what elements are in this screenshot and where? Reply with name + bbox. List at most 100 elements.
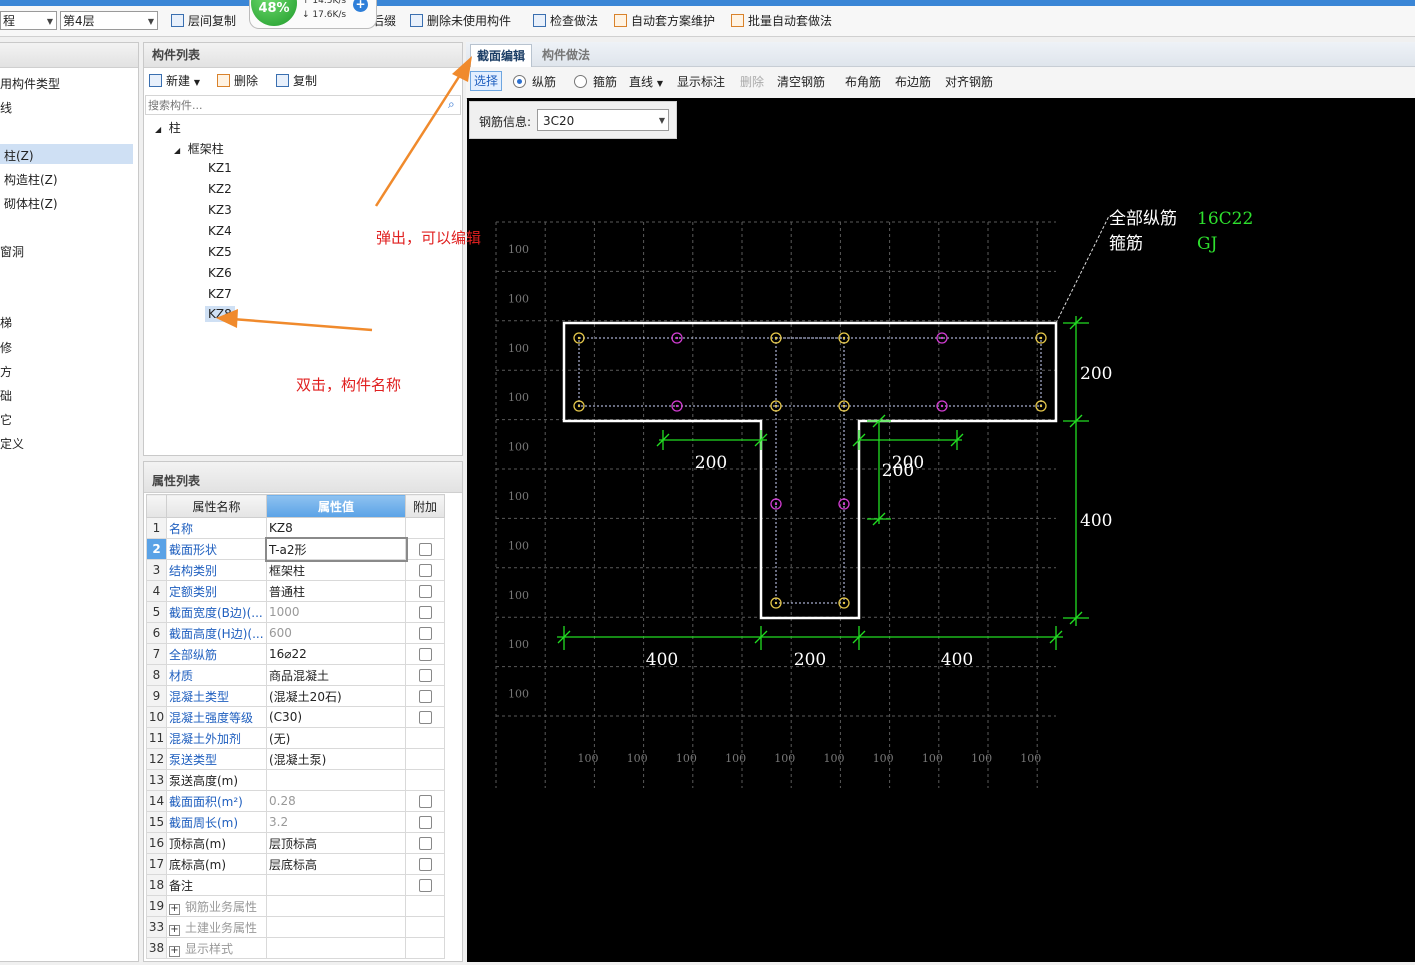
new-component-button[interactable]: 新建 ▼ <box>149 72 200 90</box>
nav-item-component-types[interactable]: 用构件类型 <box>0 75 60 92</box>
line-tool[interactable]: 直线 ▼ <box>629 73 663 91</box>
tree-item-kz2[interactable]: KZ2 <box>208 182 232 196</box>
property-value[interactable] <box>266 937 406 959</box>
nav-item-stair[interactable]: 梯 <box>0 314 12 331</box>
corner-rebar-tool[interactable]: 布角筋 <box>845 73 881 91</box>
checkbox[interactable] <box>418 648 432 661</box>
select-tool[interactable]: 选择 <box>470 71 503 91</box>
property-row[interactable]: 1 名称 KZ8 <box>146 517 445 539</box>
property-value[interactable] <box>266 769 406 791</box>
property-row[interactable]: 19 + 钢筋业务属性 <box>146 895 445 917</box>
tree-item-kz7[interactable]: KZ7 <box>208 287 232 301</box>
property-value[interactable]: (混凝土20石) <box>266 685 406 707</box>
property-row[interactable]: 6 截面高度(H边)(... 600 <box>146 622 445 644</box>
floor-copy-button[interactable]: 层间复制 <box>171 12 236 30</box>
nav-item-window-opening[interactable]: 窗洞 <box>0 243 24 260</box>
checkbox[interactable] <box>418 564 432 577</box>
property-value[interactable]: 层底标高 <box>266 853 406 875</box>
property-row[interactable]: 16 顶标高(m) 层顶标高 <box>146 832 445 854</box>
tree-item-kz3[interactable]: KZ3 <box>208 203 232 217</box>
floor-combo[interactable]: 第4层 ▼ <box>60 11 158 30</box>
nav-item-masonry-column[interactable]: 砌体柱(Z) <box>4 195 58 212</box>
tree-item-kz1[interactable]: KZ1 <box>208 161 232 175</box>
property-row[interactable]: 13 泵送高度(m) <box>146 769 445 791</box>
expand-icon[interactable]: + <box>169 903 180 915</box>
property-value[interactable]: 框架柱 <box>266 559 406 581</box>
property-row[interactable]: 4 定额类别 普通柱 <box>146 580 445 602</box>
checkbox[interactable] <box>418 816 432 829</box>
property-value[interactable]: 16⌀22 <box>266 643 406 665</box>
property-value[interactable]: (混凝土泵) <box>266 748 406 770</box>
tree-item-kz6[interactable]: KZ6 <box>208 266 232 280</box>
nav-item-column[interactable]: 柱(Z) <box>4 147 34 164</box>
property-row[interactable]: 38 + 显示样式 <box>146 937 445 959</box>
nav-item-foundation[interactable]: 础 <box>0 387 12 404</box>
section-drawing[interactable]: 100 100 100 100 100 100 100 100 100 100 100 100 100 1… <box>467 98 1415 962</box>
property-value[interactable] <box>266 874 406 896</box>
property-value[interactable]: 普通柱 <box>266 580 406 602</box>
nav-item-construction-column[interactable]: 构造柱(Z) <box>4 171 58 188</box>
property-row[interactable]: 8 材质 商品混凝土 <box>146 664 445 686</box>
property-value[interactable]: 600 <box>266 622 406 644</box>
align-rebar-tool[interactable]: 对齐钢筋 <box>945 73 993 91</box>
search-input[interactable] <box>145 95 461 115</box>
auto-maintain-button[interactable]: 自动套方案维护 <box>614 12 715 30</box>
property-value[interactable]: 3.2 <box>266 811 406 833</box>
delete-component-button[interactable]: 删除 <box>217 72 258 90</box>
property-value[interactable]: 1000 <box>266 601 406 623</box>
property-value[interactable]: (C30) <box>266 706 406 728</box>
show-annotation-tool[interactable]: 显示标注 <box>677 73 725 91</box>
property-row[interactable]: 5 截面宽度(B边)(... 1000 <box>146 601 445 623</box>
property-row[interactable]: 11 混凝土外加剂 (无) <box>146 727 445 749</box>
checkbox[interactable] <box>418 858 432 871</box>
checkbox[interactable] <box>418 627 432 640</box>
nav-item-earthwork[interactable]: 方 <box>0 363 12 380</box>
nav-item-custom[interactable]: 定义 <box>0 435 24 452</box>
tree-item-kz8[interactable]: KZ8 <box>205 306 235 322</box>
checkbox[interactable] <box>418 585 432 598</box>
expand-icon[interactable]: + <box>169 924 180 936</box>
clear-rebar-tool[interactable]: 清空钢筋 <box>777 73 825 91</box>
checkbox[interactable] <box>418 690 432 703</box>
stirrup-radio[interactable]: 箍筋 <box>574 73 617 91</box>
tree-node-column[interactable]: ◢ 柱 <box>155 119 181 136</box>
tab-component-method[interactable]: 构件做法 <box>536 44 596 66</box>
property-row[interactable]: 33 + 土建业务属性 <box>146 916 445 938</box>
property-row[interactable]: 7 全部纵筋 16⌀22 <box>146 643 445 665</box>
expand-icon[interactable]: + <box>169 945 180 957</box>
delete-unused-button[interactable]: 删除未使用构件 <box>410 12 511 30</box>
batch-auto-button[interactable]: 批量自动套做法 <box>731 12 832 30</box>
checkbox[interactable] <box>418 606 432 619</box>
nav-item-decoration[interactable]: 修 <box>0 339 12 356</box>
delete-tool[interactable]: 删除 <box>740 73 764 91</box>
property-value[interactable] <box>266 916 406 938</box>
nav-item-line[interactable]: 线 <box>0 99 12 116</box>
property-value[interactable]: 0.28 <box>266 790 406 812</box>
property-row[interactable]: 18 备注 <box>146 874 445 896</box>
tree-item-kz4[interactable]: KZ4 <box>208 224 232 238</box>
copy-component-button[interactable]: 复制 <box>276 72 317 90</box>
section-canvas[interactable]: 100 100 100 100 100 100 100 100 100 100 100 100 100 1… <box>467 98 1415 962</box>
checkbox[interactable] <box>418 879 432 892</box>
checkbox[interactable] <box>418 669 432 682</box>
property-value[interactable]: 商品混凝土 <box>266 664 406 686</box>
tree-item-kz5[interactable]: KZ5 <box>208 245 232 259</box>
property-value[interactable]: T-a2形 <box>264 536 408 562</box>
property-row[interactable]: 2 截面形状 T-a2形 <box>146 536 445 562</box>
property-row[interactable]: 17 底标高(m) 层底标高 <box>146 853 445 875</box>
checkbox[interactable] <box>418 711 432 724</box>
search-icon[interactable]: ⌕ <box>448 97 455 112</box>
property-row[interactable]: 10 混凝土强度等级 (C30) <box>146 706 445 728</box>
checkbox[interactable] <box>418 837 432 850</box>
checkbox[interactable] <box>418 795 432 808</box>
longitudinal-radio[interactable]: 纵筋 <box>513 73 556 91</box>
property-row[interactable]: 9 混凝土类型 (混凝土20石) <box>146 685 445 707</box>
rebar-info-combo[interactable]: 3C20 ▼ <box>537 109 669 131</box>
check-method-button[interactable]: 检查做法 <box>533 12 598 30</box>
property-value[interactable] <box>266 895 406 917</box>
checkbox[interactable] <box>418 543 432 556</box>
property-row[interactable]: 12 泵送类型 (混凝土泵) <box>146 748 445 770</box>
project-combo[interactable]: 程 ▼ <box>0 11 57 30</box>
property-value[interactable]: (无) <box>266 727 406 749</box>
property-value[interactable]: KZ8 <box>266 517 406 539</box>
